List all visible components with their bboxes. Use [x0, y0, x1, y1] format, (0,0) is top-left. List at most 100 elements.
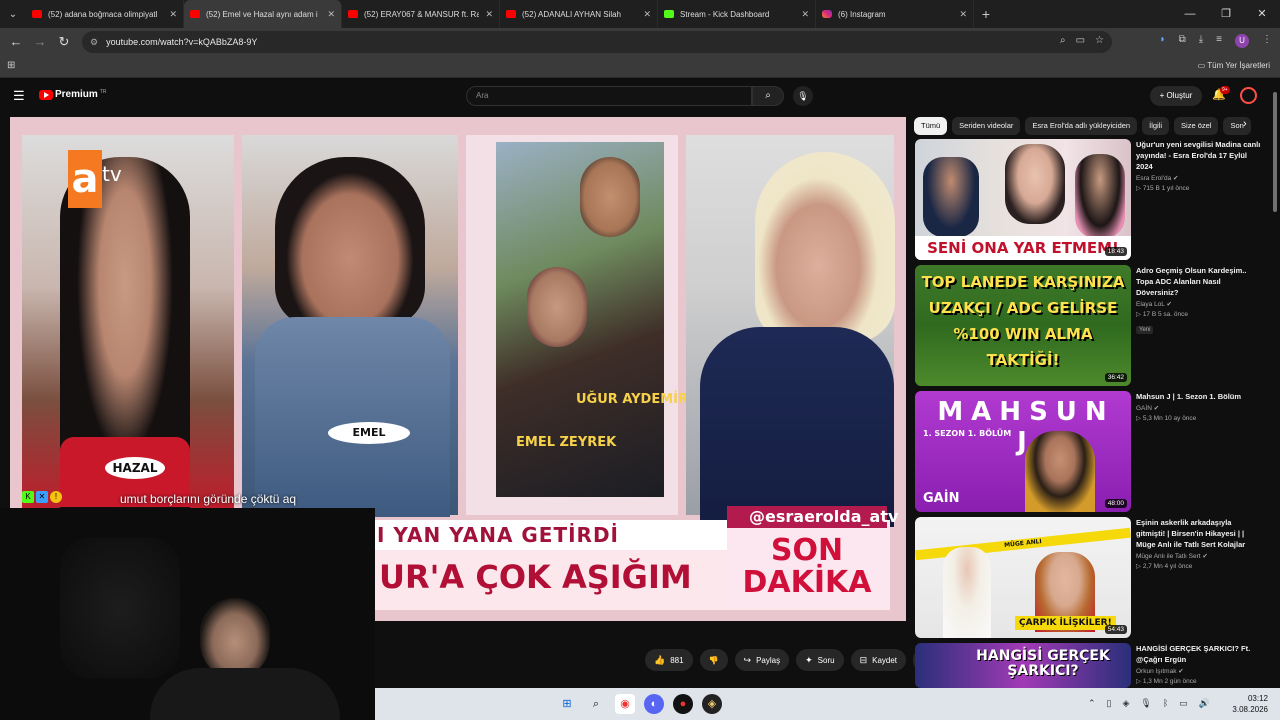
channel-name[interactable]: Elaya LoL ✔ — [1136, 300, 1262, 308]
recommendation-item[interactable]: MAHSUN J 1. SEZON 1. BÖLÜM GAİN 48:00 Ma… — [915, 391, 1265, 513]
dislike-button[interactable]: 👎 — [699, 649, 728, 671]
video-title[interactable]: Mahsun J | 1. Sezon 1. Bölüm — [1136, 391, 1262, 402]
thumbnail-caption: ÇARPIK İLİŞKİLER! — [1015, 616, 1116, 630]
recommendation-item[interactable]: SENİ ONA YAR ETMEM! 18:43 Uğur'un yeni s… — [915, 139, 1265, 261]
chevron-right-icon[interactable]: › — [1243, 118, 1247, 130]
apps-grid-icon[interactable]: ⊞ — [7, 60, 15, 71]
menu-hamburger-icon[interactable]: ☰ — [13, 88, 25, 104]
url-text[interactable]: youtube.com/watch?v=kQABbZA8-9Y — [106, 37, 257, 47]
tray-app-icon[interactable]: ◈ — [1123, 698, 1130, 709]
extension-blue-icon[interactable]: ◗ — [1160, 34, 1166, 48]
minimize-icon[interactable]: — — [1172, 0, 1208, 28]
ask-button[interactable]: ✦ Soru — [796, 649, 844, 671]
recommendation-item[interactable]: MÜGE ANLI ÇARPIK İLİŞKİLER! 54:43 Eşinin… — [915, 517, 1265, 639]
youtube-premium-logo[interactable]: Premium TR — [39, 89, 106, 100]
tab-6[interactable]: (6) Instagram ✕ — [816, 0, 974, 28]
channel-name[interactable]: Orkun Işıtmak ✔ — [1136, 667, 1262, 675]
chip-series[interactable]: Seriden videolar — [952, 117, 1021, 135]
chip-related[interactable]: İlgili — [1142, 117, 1170, 135]
thumbnail-caption-text: TOP LANEDE KARŞINIZA UZAKÇI / ADC GELİRS… — [921, 273, 1125, 369]
video-thumbnail[interactable]: TOP LANEDE KARŞINIZA UZAKÇI / ADC GELİRS… — [915, 265, 1131, 386]
channel-name[interactable]: GAİN ✔ — [1136, 404, 1262, 412]
close-tab-icon[interactable]: ✕ — [801, 9, 809, 20]
channel-name[interactable]: Müge Anlı ile Tatlı Sert ✔ — [1136, 552, 1262, 560]
zoom-icon[interactable]: ⌕ — [1060, 35, 1066, 46]
profile-avatar[interactable]: U — [1235, 34, 1249, 48]
page-scrollbar[interactable] — [1272, 92, 1278, 682]
forward-icon[interactable]: → — [28, 34, 52, 50]
like-button[interactable]: 👍 881 — [645, 649, 693, 671]
tab-1[interactable]: (52) adana boğmaca olimpiyatl ✕ — [26, 0, 184, 28]
tab-4[interactable]: (52) ADANALI AYHAN Silah ✕ — [500, 0, 658, 28]
tray-volume-icon[interactable]: 🔊 — [1199, 698, 1210, 709]
stats-text: 715 B 1 yıl önce — [1142, 185, 1190, 192]
app-icon[interactable]: ◈ — [702, 694, 722, 714]
all-bookmarks-folder[interactable]: ▭ Tüm Yer İşaretleri — [1198, 61, 1270, 70]
search-button[interactable]: ⌕ — [752, 86, 784, 106]
video-thumbnail[interactable]: MÜGE ANLI ÇARPIK İLİŞKİLER! 54:43 — [915, 517, 1131, 638]
video-title[interactable]: Adro Geçmiş Olsun Kardeşim.. Topa ADC Al… — [1136, 265, 1262, 298]
close-tab-icon[interactable]: ✕ — [169, 9, 177, 20]
chip-for-you[interactable]: Size özel — [1174, 117, 1219, 135]
new-tab-button[interactable]: + — [974, 6, 998, 22]
address-toolbar: ← → ↻ ⚙ youtube.com/watch?v=kQABbZA8-9Y … — [0, 28, 1280, 56]
restore-icon[interactable]: ❐ — [1208, 0, 1244, 28]
tab-2-active[interactable]: (52) Emel ve Hazal aynı adam i ✕ — [184, 0, 342, 28]
close-tab-icon[interactable]: ✕ — [959, 9, 967, 20]
address-bar[interactable]: ⚙ youtube.com/watch?v=kQABbZA8-9Y ⌕ ▭ ☆ — [82, 31, 1112, 53]
account-avatar[interactable] — [1240, 87, 1257, 104]
reload-icon[interactable]: ↻ — [52, 34, 76, 50]
stream-badges: K ✕ ! — [22, 491, 62, 503]
recommendation-item[interactable]: HANGİSİ GERÇEK ŞARKICI? HANGİSİ GERÇEK Ş… — [915, 643, 1265, 688]
chip-all[interactable]: Tümü — [914, 117, 948, 135]
name-tag-emel: EMEL — [328, 422, 410, 444]
reading-list-icon[interactable]: ≡ — [1216, 34, 1222, 48]
tab-3[interactable]: (52) ERAY067 & MANSUR ft. Ra ✕ — [342, 0, 500, 28]
close-window-icon[interactable]: ✕ — [1244, 0, 1280, 28]
denim-jacket — [255, 317, 450, 517]
save-button[interactable]: ⊟ Kaydet — [850, 649, 907, 671]
tray-overflow-icon[interactable]: ⌃ — [1088, 698, 1096, 709]
extensions-icon[interactable]: ⧉ — [1179, 34, 1186, 48]
close-tab-icon[interactable]: ✕ — [643, 9, 651, 20]
voice-search-mic-icon[interactable]: 🎙 — [793, 86, 813, 106]
recommendation-item[interactable]: TOP LANEDE KARŞINIZA UZAKÇI / ADC GELİRS… — [915, 265, 1265, 387]
taskbar-search-icon[interactable]: ⌕ — [586, 694, 606, 714]
video-thumbnail[interactable]: MAHSUN J 1. SEZON 1. BÖLÜM GAİN 48:00 — [915, 391, 1131, 512]
bookmark-star-icon[interactable]: ☆ — [1095, 35, 1104, 46]
person-emel-face — [275, 157, 425, 327]
close-tab-icon[interactable]: ✕ — [485, 9, 493, 20]
windows-start-icon[interactable]: ⊞ — [557, 694, 577, 714]
channel-name[interactable]: Esra Erol'da ✔ — [1136, 174, 1262, 182]
search-input[interactable]: Ara — [466, 86, 752, 106]
share-button[interactable]: ↪ Paylaş — [734, 649, 790, 671]
tray-bluetooth-icon[interactable]: ᛒ — [1163, 698, 1168, 709]
chip-uploader[interactable]: Esra Erol'da adlı yükleyiciden — [1025, 117, 1138, 135]
chrome-app-icon[interactable]: ◉ — [615, 694, 635, 714]
more-menu-icon[interactable]: ⋮ — [1262, 34, 1272, 48]
create-button[interactable]: + Oluştur — [1150, 86, 1202, 106]
video-thumbnail[interactable]: HANGİSİ GERÇEK ŞARKICI? — [915, 643, 1131, 688]
tab-search-icon[interactable]: ⌄ — [0, 0, 26, 28]
tab-5[interactable]: Stream - Kick Dashboard ✕ — [658, 0, 816, 28]
site-info-icon[interactable]: ⚙ — [90, 37, 98, 48]
taskbar-apps: ⊞ ⌕ ◉ ◐ ● ◈ — [557, 694, 722, 714]
video-title[interactable]: Uğur'un yeni sevgilisi Madina canlı yayı… — [1136, 139, 1262, 172]
download-icon[interactable]: ⤓ — [1199, 34, 1203, 48]
scrollbar-thumb[interactable] — [1273, 92, 1277, 212]
close-tab-icon[interactable]: ✕ — [327, 9, 335, 20]
verified-check-icon: ✔ — [1166, 301, 1172, 308]
tray-mic-icon[interactable]: 🎙 — [1140, 698, 1151, 709]
taskbar-clock[interactable]: 03:12 3.08.2026 — [1232, 693, 1268, 715]
tray-monitor-icon[interactable]: ▭ — [1179, 698, 1188, 709]
video-title[interactable]: Eşinin askerlik arkadaşıyla gitmişti! | … — [1136, 517, 1262, 550]
cast-icon[interactable]: ▭ — [1076, 35, 1085, 46]
create-label: Oluştur — [1166, 91, 1193, 100]
back-icon[interactable]: ← — [4, 34, 28, 50]
video-title[interactable]: HANGİSİ GERÇEK ŞARKICI? Ft. @Çağrı Ergün — [1136, 643, 1262, 665]
video-thumbnail[interactable]: SENİ ONA YAR ETMEM! 18:43 — [915, 139, 1131, 260]
obs-app-icon[interactable]: ● — [673, 694, 693, 714]
tray-app-icon[interactable]: ▯ — [1107, 698, 1112, 709]
discord-app-icon[interactable]: ◐ — [644, 694, 664, 714]
thumbnail-caption: HANGİSİ GERÇEK ŞARKICI? — [976, 648, 1110, 679]
